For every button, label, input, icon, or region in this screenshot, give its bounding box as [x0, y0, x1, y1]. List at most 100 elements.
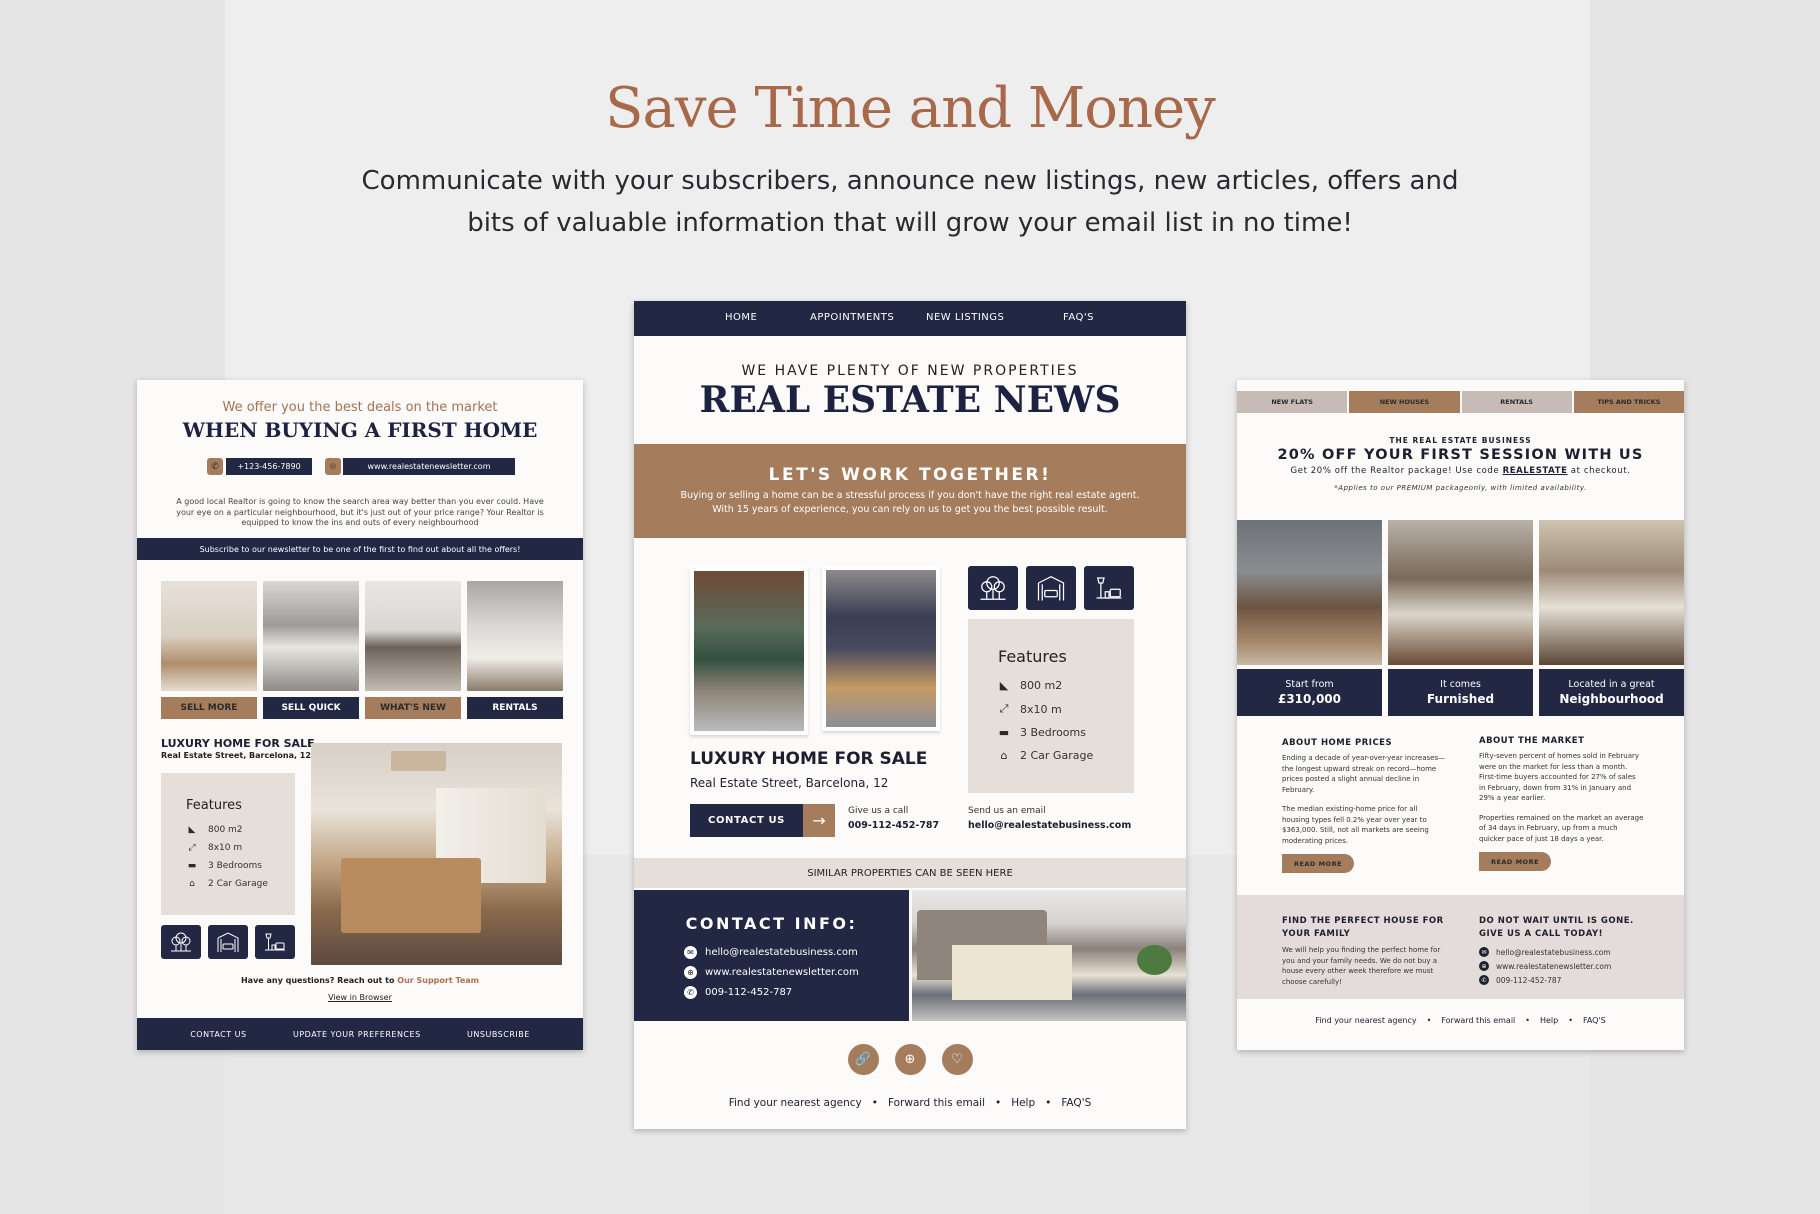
subscribe-bar[interactable]: Subscribe to our newsletter to be one of… — [137, 538, 583, 560]
newsletter-preview-first-home: We offer you the best deals on the marke… — [137, 380, 583, 1050]
tile-button[interactable]: SELL QUICK — [263, 697, 359, 719]
tab-item[interactable]: RENTALS — [1461, 391, 1572, 413]
fine-print: *Applies to our PREMIUM packageonly, wit… — [1334, 484, 1587, 492]
card-line-2: £310,000 — [1277, 692, 1341, 706]
tile-button[interactable]: RENTALS — [467, 697, 563, 719]
tab-item[interactable]: NEW HOUSES — [1349, 391, 1460, 413]
footer-update-preferences[interactable]: UPDATE YOUR PREFERENCES — [293, 1030, 421, 1039]
promo-line: Get 20% off the Realtor package! Use cod… — [1237, 466, 1684, 476]
contact-us-button[interactable]: CONTACT US — [690, 804, 803, 837]
center-nav: HOME APPOINTMENTS NEW LISTINGS FAQ'S — [634, 301, 1186, 336]
feature-text: 800 m2 — [208, 825, 243, 835]
email-icon: ✉ — [684, 946, 697, 959]
tile-button[interactable]: SELL MORE — [161, 697, 257, 719]
read-more-button[interactable]: READ MORE — [1479, 852, 1551, 871]
footer-link[interactable]: Find your nearest agency — [729, 1097, 862, 1109]
left-footer: CONTACT US UPDATE YOUR PREFERENCES UNSUB… — [137, 1018, 583, 1050]
center-kicker: WE HAVE PLENTY OF NEW PROPERTIES — [741, 363, 1079, 379]
contact-item[interactable]: ✆ 009-112-452-787 — [1479, 975, 1611, 985]
separator-dot: • — [1568, 1016, 1573, 1025]
garage-icon — [1026, 566, 1076, 610]
center-footer-links: Find your nearest agency • Forward this em… — [634, 1097, 1186, 1109]
globe-icon[interactable]: ⊕ — [894, 1044, 926, 1075]
breakfast-tray-photo — [826, 570, 936, 727]
center-features-box: Features ◣ 800 m2 ⤢ 8x10 m ▬ 3 Bedrooms ⌂ 2 Car… — [968, 619, 1134, 793]
view-in-browser-link[interactable]: View in Browser — [137, 993, 583, 1002]
tile-photo[interactable] — [365, 581, 461, 691]
footer-link[interactable]: Forward this email — [888, 1097, 985, 1109]
card-line-1: Located in a great — [1568, 679, 1655, 690]
nav-appointments[interactable]: APPOINTMENTS — [810, 312, 894, 323]
contact-text: hello@realestatebusiness.com — [1496, 947, 1611, 957]
footer-link[interactable]: Find your nearest agency — [1315, 1016, 1416, 1025]
heart-icon[interactable]: ♡ — [941, 1044, 973, 1075]
photo-frame-2 — [822, 566, 940, 731]
feature-card[interactable]: Start from £310,000 — [1237, 520, 1382, 720]
contact-item[interactable]: ✆ 009-112-452-787 — [684, 986, 859, 999]
left-intro: A good local Realtor is going to know th… — [176, 497, 544, 527]
tile-photo[interactable] — [161, 581, 257, 691]
feature-card[interactable]: It comes Furnished — [1388, 520, 1533, 720]
dimensions-icon: ⤢ — [999, 702, 1009, 715]
bedroom-photo — [912, 890, 1186, 1021]
contact-item[interactable]: ✉ hello@realestatebusiness.com — [1479, 947, 1611, 957]
feature-text: 3 Bedrooms — [208, 861, 262, 871]
left-phone[interactable]: +123-456-7890 — [226, 458, 312, 475]
interior-photo — [1388, 520, 1533, 665]
footer-link[interactable]: FAQ'S — [1061, 1097, 1091, 1109]
right-footer-links: Find your nearest agency • Forward this em… — [1237, 1016, 1684, 1025]
contact-list: ✉ hello@realestatebusiness.com ⊕ www.reales… — [1479, 947, 1611, 985]
footer-link[interactable]: Forward this email — [1441, 1016, 1515, 1025]
nav-home[interactable]: HOME — [725, 312, 757, 323]
contact-text: hello@realestatebusiness.com — [705, 947, 858, 958]
tile-photo[interactable] — [263, 581, 359, 691]
hero-subtitle-line-2: bits of valuable information that will g… — [467, 208, 1353, 238]
contact-item[interactable]: ✉ hello@realestatebusiness.com — [684, 946, 859, 959]
call-value[interactable]: 009-112-452-787 — [848, 820, 939, 831]
footer-contact-us[interactable]: CONTACT US — [190, 1030, 246, 1039]
left-listing-address: Real Estate Street, Barcelona, 12 — [161, 751, 311, 760]
bed-icon: ▬ — [998, 726, 1010, 739]
feature-text: 3 Bedrooms — [1020, 726, 1086, 739]
tile-button[interactable]: WHAT'S NEW — [365, 697, 461, 719]
nav-new-listings[interactable]: NEW LISTINGS — [926, 312, 1004, 323]
footer-link[interactable]: FAQ'S — [1583, 1016, 1606, 1025]
footer-unsubscribe[interactable]: UNSUBSCRIBE — [467, 1030, 530, 1039]
phone-icon: ✆ — [1479, 975, 1489, 985]
email-icon: ✉ — [1479, 947, 1489, 957]
footer-link[interactable]: Help — [1540, 1016, 1558, 1025]
arrow-right-icon[interactable]: → — [803, 804, 835, 837]
hero-subtitle: Communicate with your subscribers, annou… — [0, 160, 1820, 244]
contact-item[interactable]: ⊕ www.realestatenewsletter.com — [1479, 961, 1611, 971]
tab-item[interactable]: TIPS AND TRICKS — [1573, 391, 1684, 413]
phone-icon: ✆ — [684, 986, 697, 999]
email-value[interactable]: hello@realestatebusiness.com — [968, 820, 1131, 831]
feature-text: 2 Car Garage — [1020, 749, 1094, 762]
tile-photo[interactable] — [467, 581, 563, 691]
contact-text: www.realestatenewsletter.com — [1496, 961, 1612, 971]
nav-faqs[interactable]: FAQ'S — [1063, 312, 1094, 323]
link-icon[interactable]: 🔗 — [847, 1044, 879, 1075]
tab-item[interactable]: NEW FLATS — [1237, 391, 1348, 413]
article-paragraph-1: Ending a decade of year-over-year increa… — [1282, 754, 1446, 794]
left-website[interactable]: www.realestatenewsletter.com — [343, 458, 515, 475]
feature-card[interactable]: Located in a great Neighbourhood — [1539, 520, 1684, 720]
promo-code[interactable]: REALESTATE — [1503, 466, 1568, 476]
feature-item: ⤢ 8x10 m — [998, 702, 1093, 716]
feature-text: 2 Car Garage — [208, 879, 268, 889]
find-house-text: We will help you finding the perfect hom… — [1282, 946, 1441, 986]
footer-link[interactable]: Help — [1011, 1097, 1035, 1109]
read-more-button[interactable]: READ MORE — [1282, 854, 1354, 873]
center-listing-address: Real Estate Street, Barcelona, 12 — [690, 776, 889, 790]
chandelier-shape — [391, 751, 446, 771]
left-features-box: Features ◣ 800 m2 ⤢ 8x10 m ▬ 3 Bedrooms ⌂ 2 Car… — [161, 773, 295, 915]
email-label: Send us an email — [968, 806, 1046, 816]
social-icons: 🔗 ⊕ ♡ — [634, 1044, 1186, 1075]
bed-shape — [341, 858, 481, 933]
dimensions-icon: ⤢ — [188, 843, 196, 853]
feature-text: 8x10 m — [208, 843, 243, 853]
similar-properties-bar[interactable]: SIMILAR PROPERTIES CAN BE SEEN HERE — [634, 858, 1186, 888]
separator-dot: • — [1525, 1016, 1530, 1025]
contact-item[interactable]: ⊕ www.realestatenewsletter.com — [684, 966, 859, 979]
support-team-link[interactable]: Our Support Team — [397, 976, 479, 985]
